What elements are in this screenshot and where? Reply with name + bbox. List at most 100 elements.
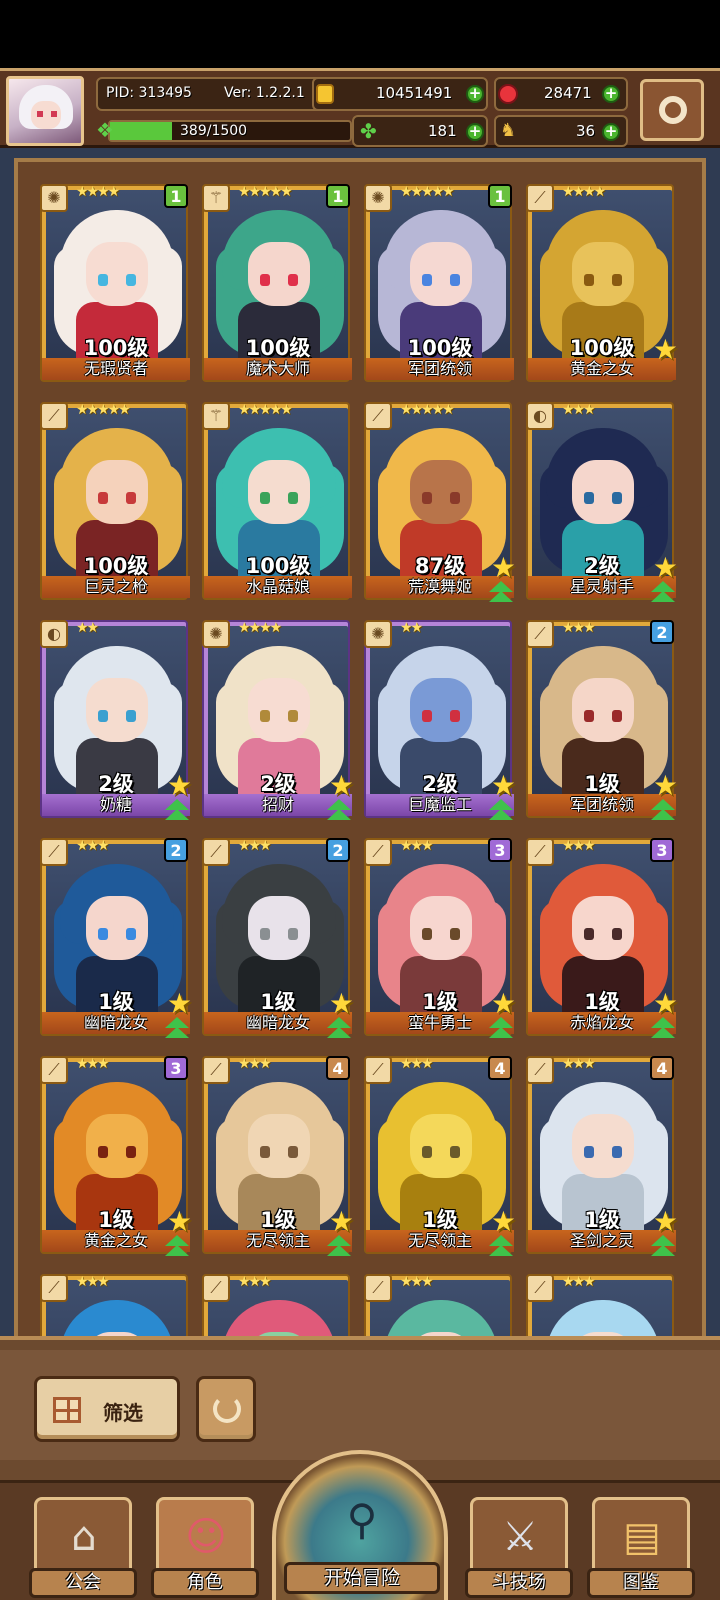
level-up-arrow-icon [324,798,354,824]
hero-card[interactable]: 1级 ⟋ ★★★ 3 蛮牛勇士 ★ [364,838,516,1038]
horn-icon: ♞ [500,120,517,141]
sword-icon: ⟋ [364,838,392,866]
staff-icon: ✺ [364,184,392,212]
star-upgrade-icon: ★ [652,1205,678,1238]
hero-rank-badge: 3 [164,1056,188,1080]
hero-star-rating: ★★★ [562,1056,596,1072]
grid-filter-icon [53,1397,81,1423]
hero-card[interactable]: 100级 ⚚ ★★★★★ 水晶菇娘 [202,402,352,600]
star-upgrade-icon: ★ [328,987,354,1020]
hero-card[interactable]: 100级 ⚚ ★★★★★ 1 魔术大师 [202,184,352,382]
level-up-arrow-icon [324,1234,354,1260]
hero-portrait: 1级 [370,844,510,1016]
star-upgrade-icon: ★ [652,769,678,802]
hero-card[interactable]: 1级 ⟋ ★★★ 3 黄金之女 ★ [40,1056,192,1256]
star-upgrade-icon: ★ [166,769,192,802]
hero-name: 魔术大师 [204,358,352,380]
level-up-arrow-icon [648,798,678,824]
top-resource-bar: PID: 313495 Ver: 1.2.2.1 10451491 + 2847… [0,68,720,148]
sword-icon: ⟋ [40,838,68,866]
hero-card[interactable]: 1级 ⟋ ★★★ 4 圣剑之灵 ★ [526,1056,678,1256]
star-upgrade-icon: ★ [328,1205,354,1238]
hero-rank-badge: 3 [650,838,674,862]
hero-card[interactable]: 2级 ✺ ★★★★ 招财 ★ [202,620,354,820]
hero-card[interactable]: 100级 ⟋ ★★★★★ 巨灵之枪 [40,402,190,600]
hero-portrait: 2级 [46,626,186,798]
hero-rank-badge: 3 [488,838,512,862]
hero-card[interactable]: 100级 ⟋ ★★★★ 黄金之女 ★ [526,184,678,382]
hero-portrait: 100级 [370,190,510,362]
hero-portrait: 100级 [46,408,186,580]
hero-star-rating: ★★★ [76,838,110,854]
hero-star-rating: ★★★★★ [238,402,293,418]
hero-portrait: 1级 [208,1062,348,1234]
sword-icon: ⟋ [364,1056,392,1084]
star-upgrade-icon: ★ [652,333,678,366]
reset-filter-button[interactable] [196,1376,256,1442]
star-upgrade-icon: ★ [166,987,192,1020]
hero-star-rating: ★★★ [76,1274,110,1290]
hero-card[interactable]: 2级 ◐ ★★ 奶糖 ★ [40,620,192,820]
staff-icon: ✺ [202,620,230,648]
add-horn-button[interactable]: + [602,123,620,141]
sword-icon: ⟋ [202,1274,230,1302]
hero-grid: 100级 ✺ ★★★★ 1 无瑕贤者 100级 ⚚ ★★★★★ 1 魔术大师 100级 ✺ ★★★★★ 1… [40,184,716,1354]
hero-card[interactable]: 1级 ⟋ ★★★ 2 幽暗龙女 ★ [40,838,192,1038]
player-avatar[interactable] [6,76,84,146]
hero-portrait: 100级 [46,190,186,362]
add-clover-button[interactable]: + [466,123,484,141]
hero-star-rating: ★★★ [562,402,596,418]
sword-icon: ⟋ [202,1056,230,1084]
add-gold-button[interactable]: + [466,85,484,103]
hero-portrait: 100级 [208,190,348,362]
nav-guild[interactable]: ⌂ 公会 [29,1497,137,1598]
sword-icon: ⟋ [40,1274,68,1302]
hero-portrait: 2级 [208,626,348,798]
star-upgrade-icon: ★ [490,551,516,584]
nav-arena-label: 斗技场 [465,1568,573,1598]
gear-icon [659,96,687,124]
hero-card[interactable]: 1级 ⟋ ★★★ 2 军团统领 ★ [526,620,678,820]
ruby-gem-icon [498,84,518,104]
hero-name: 水晶菇娘 [204,576,352,598]
status-bar [0,0,720,68]
sword-icon: ⟋ [526,620,554,648]
nav-codex[interactable]: ▤ 图鉴 [587,1497,695,1598]
hero-card[interactable]: 100级 ✺ ★★★★ 1 无瑕贤者 [40,184,190,382]
hero-star-rating: ★★★ [400,1274,434,1290]
hero-rank-badge: 4 [650,1056,674,1080]
level-up-arrow-icon [486,580,516,606]
add-gem-button[interactable]: + [602,85,620,103]
filter-button[interactable]: 筛选 [34,1376,180,1442]
horn-amount: 36 [576,122,596,140]
level-up-arrow-icon [162,1234,192,1260]
hero-card[interactable]: 2级 ◐ ★★★ 星灵射手 ★ [526,402,678,602]
hero-star-rating: ★★★ [238,838,272,854]
nav-arena[interactable]: ⚔ 斗技场 [465,1497,573,1598]
sword-icon: ⟋ [202,838,230,866]
nav-guild-label: 公会 [29,1568,137,1598]
sword-icon: ⟋ [40,402,68,430]
hero-card[interactable]: 1级 ⟋ ★★★ 4 无尽领主 ★ [364,1056,516,1256]
clover-amount: 181 [428,122,457,140]
sword-icon: ⟋ [40,1056,68,1084]
hero-card[interactable]: 2级 ✺ ★★ 巨魔监工 ★ [364,620,516,820]
hero-portrait: 87级 [370,408,510,580]
hero-star-rating: ★★ [400,620,423,636]
hero-rank-badge: 4 [326,1056,350,1080]
hero-portrait: 1级 [370,1062,510,1234]
filter-toolbar: 筛选 [0,1350,720,1460]
hero-card[interactable]: 1级 ⟋ ★★★ 3 赤焰龙女 ★ [526,838,678,1038]
nav-characters[interactable]: ☺ 角色 [151,1497,259,1598]
hero-card[interactable]: 100级 ✺ ★★★★★ 1 军团统领 [364,184,514,382]
hero-card[interactable]: 1级 ⟋ ★★★ 4 无尽领主 ★ [202,1056,354,1256]
settings-button[interactable] [640,79,704,141]
start-adventure-label: 开始冒险 [284,1562,440,1594]
hero-portrait: 100级 [532,190,672,362]
gold-coin-icon [316,84,334,104]
level-up-arrow-icon [324,1016,354,1042]
star-upgrade-icon: ★ [490,769,516,802]
hero-card[interactable]: 1级 ⟋ ★★★ 2 幽暗龙女 ★ [202,838,354,1038]
hero-card[interactable]: 87级 ⟋ ★★★★★ 荒漠舞姬 ★ [364,402,516,602]
hero-star-rating: ★★★ [562,1274,596,1290]
